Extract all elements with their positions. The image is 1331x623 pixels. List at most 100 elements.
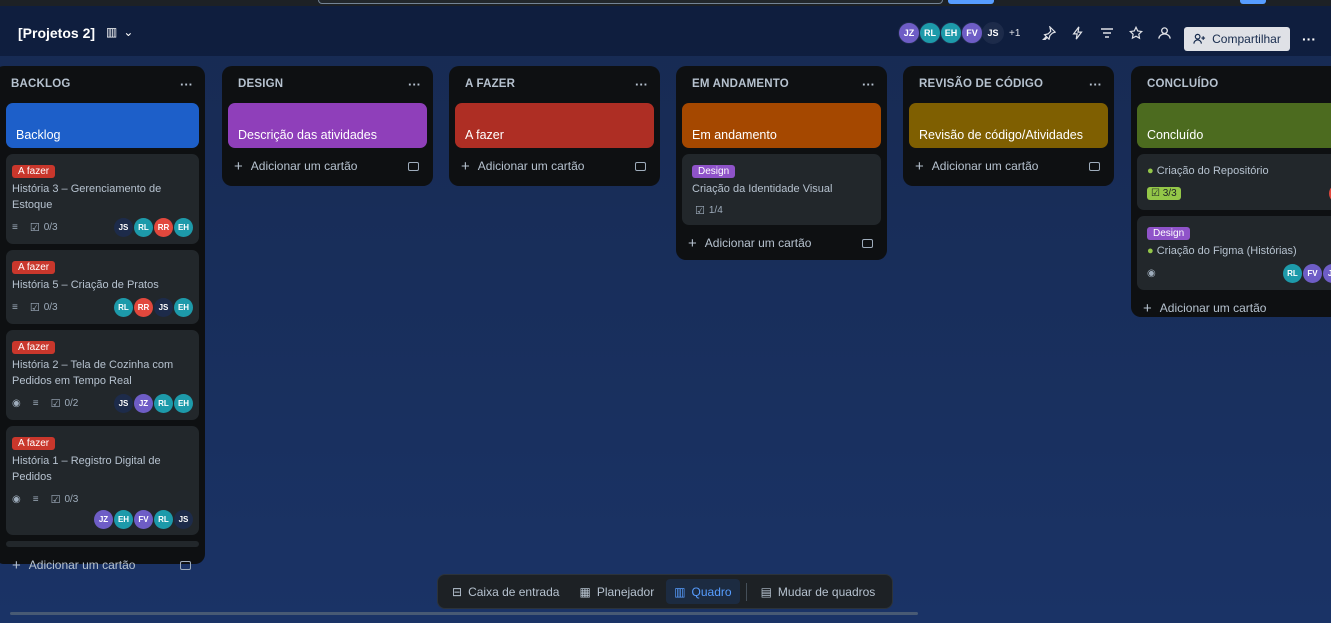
card-badges: ☑ 1/4 (692, 201, 875, 219)
avatar[interactable]: JS (154, 298, 173, 317)
template-icon[interactable] (862, 238, 873, 248)
avatar[interactable]: EH (940, 22, 962, 44)
avatar[interactable]: EH (174, 218, 193, 237)
avatar[interactable]: RL (134, 218, 153, 237)
list-item[interactable]: A fazer História 3 – Gerenciamento de Es… (6, 154, 199, 244)
add-card-button[interactable]: + Adicionar um cartão (1137, 294, 1331, 322)
add-card-button[interactable]: + Adicionar um cartão (228, 152, 427, 180)
switch-boards-icon: ▤ (760, 584, 772, 599)
add-card-button[interactable]: + Adicionar um cartão (682, 229, 881, 257)
avatar[interactable]: FV (961, 22, 983, 44)
avatar[interactable]: FV (1303, 264, 1322, 283)
plus-icon: + (688, 234, 697, 252)
list-title[interactable]: CONCLUÍDO (1147, 78, 1218, 90)
create-button[interactable] (948, 0, 994, 4)
list-menu-icon[interactable]: ··· (408, 77, 421, 92)
cover-card-title: Backlog (16, 128, 61, 142)
avatar[interactable]: JS (982, 22, 1004, 44)
avatar[interactable]: RL (154, 510, 173, 529)
list-title[interactable]: DESIGN (238, 78, 283, 90)
list-title[interactable]: A FAZER (465, 78, 515, 90)
filter-icon[interactable] (1096, 22, 1117, 43)
card-badges: ☑ 3/3 RR (1147, 183, 1331, 204)
add-card-label: Adicionar um cartão (28, 558, 136, 572)
star-icon[interactable] (1125, 22, 1146, 43)
inbox-icon: ⊟ (452, 584, 463, 599)
cover-card[interactable]: Em andamento (682, 103, 881, 148)
avatar[interactable]: JZ (134, 394, 153, 413)
nav-switch-boards[interactable]: ▤ Mudar de quadros (753, 579, 884, 604)
avatar[interactable]: JZ (898, 22, 920, 44)
template-icon[interactable] (408, 161, 419, 171)
checklist-icon: ☑ (695, 204, 705, 217)
watch-icon: ◉ (12, 398, 21, 409)
card-members: RL RR JS EH (114, 298, 193, 317)
list-title[interactable]: EM ANDAMENTO (692, 78, 789, 90)
list-menu-icon[interactable]: ··· (635, 77, 648, 92)
list-title[interactable]: BACKLOG (11, 78, 71, 90)
avatar[interactable]: RL (1283, 264, 1302, 283)
avatar[interactable]: JS (114, 218, 133, 237)
share-button[interactable]: Compartilhar (1184, 27, 1290, 51)
plus-icon: + (915, 157, 924, 175)
list-item[interactable]: A fazer História 2 – Tela de Cozinha com… (6, 330, 199, 420)
avatar[interactable]: RR (134, 298, 153, 317)
avatar[interactable]: RL (114, 298, 133, 317)
card-badges: ◉ RL FV JZ (1147, 263, 1331, 284)
list-item-partial[interactable] (6, 541, 199, 547)
list-a-fazer: A FAZER ··· A fazer + Adicionar um cartão (449, 66, 660, 186)
notification-button[interactable] (1240, 0, 1266, 4)
add-card-button[interactable]: + Adicionar um cartão (455, 152, 654, 180)
avatar[interactable]: EH (174, 394, 193, 413)
board-members[interactable]: JZ RL EH FV JS +1 (898, 22, 1020, 44)
board-menu-button[interactable]: ··· (1298, 27, 1320, 51)
nav-planner-label: Planejador (596, 584, 655, 599)
board-view-switcher[interactable]: ▥ ⌄ (106, 21, 133, 43)
header-actions (1038, 22, 1175, 43)
nav-inbox[interactable]: ⊟ Caixa de entrada (444, 579, 567, 604)
list-item[interactable]: Design Criação da Identidade Visual ☑ 1/4 (682, 154, 881, 225)
avatar[interactable]: EH (174, 298, 193, 317)
avatar[interactable]: JS (174, 510, 193, 529)
power-up-icon[interactable] (1038, 22, 1059, 43)
bottom-navigation: ⊟ Caixa de entrada ▦ Planejador ▥ Quadro… (437, 574, 893, 609)
nav-board[interactable]: ▥ Quadro (666, 579, 740, 604)
list-title[interactable]: REVISÃO DE CÓDIGO (919, 78, 1043, 90)
list-item[interactable]: A fazer História 1 – Registro Digital de… (6, 426, 199, 535)
avatar[interactable]: JZ (94, 510, 113, 529)
cover-card[interactable]: Backlog (6, 103, 199, 148)
list-item[interactable]: ● Criação do Repositório ☑ 3/3 RR (1137, 154, 1331, 210)
template-icon[interactable] (180, 560, 191, 570)
list-menu-icon[interactable]: ··· (1089, 77, 1102, 92)
list-menu-icon[interactable]: ··· (180, 77, 193, 92)
cover-card[interactable]: Revisão de código/Atividades (909, 103, 1108, 148)
add-card-button[interactable]: + Adicionar um cartão (909, 152, 1108, 180)
template-icon[interactable] (1089, 161, 1100, 171)
horizontal-scrollbar[interactable] (10, 612, 918, 615)
list-item[interactable]: A fazer História 5 – Criação de Pratos ≡… (6, 250, 199, 324)
avatar[interactable]: RR (154, 218, 173, 237)
avatar[interactable]: EH (114, 510, 133, 529)
template-icon[interactable] (635, 161, 646, 171)
visibility-icon[interactable] (1154, 22, 1175, 43)
avatar[interactable]: RL (919, 22, 941, 44)
avatar[interactable]: RL (154, 394, 173, 413)
avatar[interactable]: JZ (1323, 264, 1331, 283)
cover-card-title: A fazer (465, 128, 504, 142)
cover-card[interactable]: Concluído (1137, 103, 1331, 148)
avatar[interactable]: JS (114, 394, 133, 413)
avatar[interactable]: FV (134, 510, 153, 529)
cover-card[interactable]: Descrição das atividades (228, 103, 427, 148)
list-item[interactable]: Design ● Criação do Figma (Histórias) ◉ … (1137, 216, 1331, 290)
list-menu-icon[interactable]: ··· (862, 77, 875, 92)
search-bar[interactable] (318, 0, 943, 4)
card-title-row: ● Criação do Repositório (1147, 163, 1331, 179)
nav-planner[interactable]: ▦ Planejador (571, 579, 662, 604)
plus-icon: + (1143, 299, 1152, 317)
card-members: JZ EH FV RL JS (12, 510, 193, 529)
automation-icon[interactable] (1067, 22, 1088, 43)
board-title[interactable]: [Projetos 2] (18, 25, 95, 41)
add-card-button[interactable]: + Adicionar um cartão (6, 551, 199, 579)
more-members-count[interactable]: +1 (1009, 28, 1020, 39)
cover-card[interactable]: A fazer (455, 103, 654, 148)
